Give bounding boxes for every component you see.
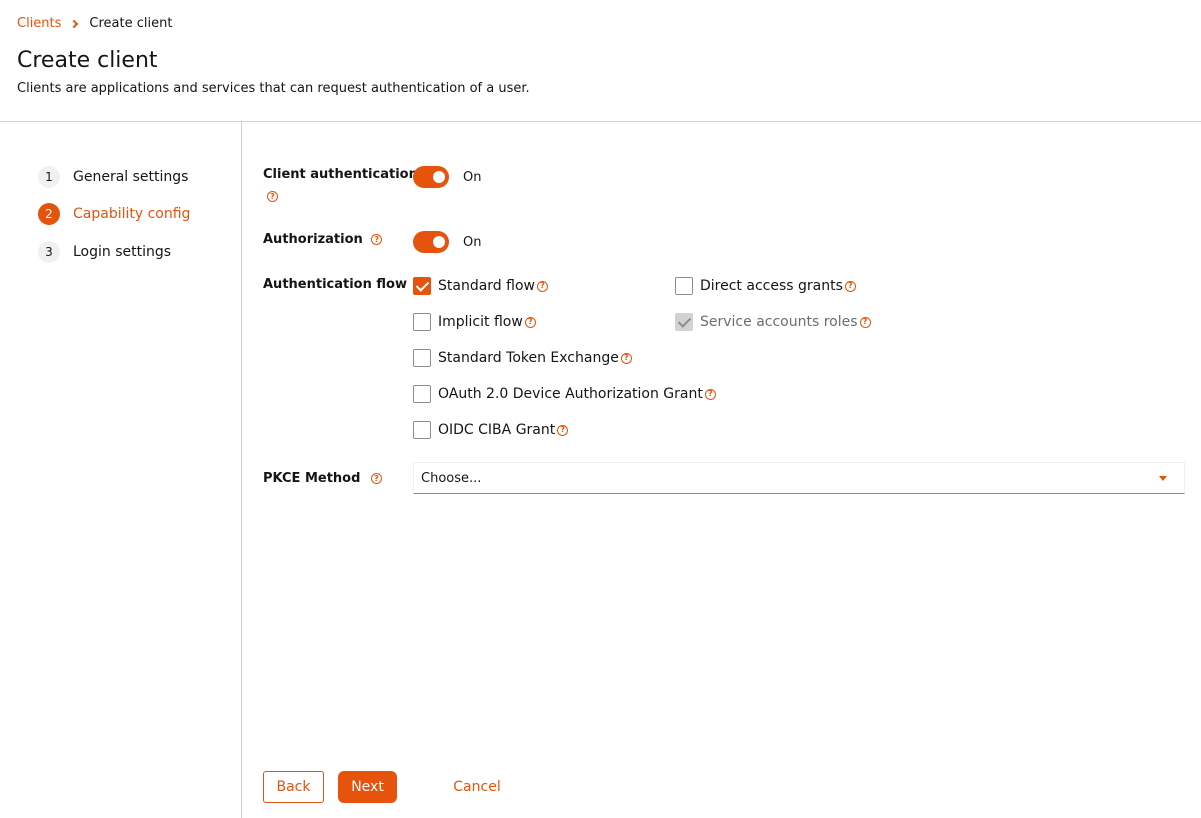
cancel-button[interactable]: Cancel <box>442 771 512 803</box>
checkbox-implicit-flow[interactable]: Implicit flow ? <box>413 313 536 331</box>
switch-knob <box>433 236 445 248</box>
step-label: Capability config <box>73 206 191 222</box>
checkbox-box[interactable] <box>413 313 431 331</box>
back-button[interactable]: Back <box>263 771 324 803</box>
page-description: Clients are applications and services th… <box>17 81 530 96</box>
step-number: 1 <box>38 166 60 188</box>
step-number: 3 <box>38 241 60 263</box>
help-circle-icon[interactable]: ? <box>844 280 856 292</box>
wizard-step-general-settings[interactable]: 1 General settings <box>38 166 188 188</box>
checkbox-label: OIDC CIBA Grant <box>438 422 556 438</box>
checkbox-standard-flow[interactable]: Standard flow ? <box>413 277 548 295</box>
wizard-nav: 1 General settings 2 Capability config 3… <box>0 122 242 818</box>
wizard-step-capability-config[interactable]: 2 Capability config <box>38 203 190 225</box>
client-authentication-label-text: Client authentication <box>263 167 418 182</box>
checkbox-box[interactable] <box>413 421 431 439</box>
page-header: Clients Create client Create client Clie… <box>0 0 1201 122</box>
caret-down-icon <box>1159 476 1167 481</box>
checkbox-label: Service accounts roles <box>700 314 858 330</box>
help-circle-icon[interactable]: ? <box>524 316 536 328</box>
checkbox-label: Standard flow <box>438 278 535 294</box>
page-title: Create client <box>17 48 158 73</box>
help-circle-icon[interactable]: ? <box>859 316 871 328</box>
checkbox-label: Direct access grants <box>700 278 843 294</box>
checkbox-box <box>675 313 693 331</box>
breadcrumb-link-clients[interactable]: Clients <box>17 16 61 31</box>
checkbox-label: OAuth 2.0 Device Authorization Grant <box>438 386 703 402</box>
authorization-label-text: Authorization <box>263 232 363 247</box>
help-circle-icon[interactable]: ? <box>557 424 569 436</box>
checkbox-label: Standard Token Exchange <box>438 350 619 366</box>
step-number: 2 <box>38 203 60 225</box>
step-label: Login settings <box>73 244 172 260</box>
pkce-method-label: PKCE Method ? <box>263 471 382 486</box>
next-button[interactable]: Next <box>338 771 397 803</box>
authorization-switch[interactable] <box>413 231 449 253</box>
checkbox-box[interactable] <box>675 277 693 295</box>
checkbox-box[interactable] <box>413 349 431 367</box>
help-circle-icon[interactable]: ? <box>536 280 548 292</box>
switch-knob <box>433 171 445 183</box>
checkbox-standard-token-exchange[interactable]: Standard Token Exchange ? <box>413 349 632 367</box>
help-circle-icon[interactable]: ? <box>267 191 278 202</box>
authorization-label: Authorization ? <box>263 232 383 247</box>
help-circle-icon[interactable]: ? <box>704 388 716 400</box>
step-label: General settings <box>73 169 189 185</box>
pkce-method-value: Choose... <box>421 471 482 486</box>
breadcrumb: Clients Create client <box>17 16 172 31</box>
help-circle-icon[interactable]: ? <box>370 473 382 484</box>
client-authentication-switch[interactable] <box>413 166 449 188</box>
checkbox-oauth-device-authorization-grant[interactable]: OAuth 2.0 Device Authorization Grant ? <box>413 385 716 403</box>
pkce-method-select[interactable]: Choose... <box>413 462 1185 494</box>
checkbox-box[interactable] <box>413 385 431 403</box>
help-circle-icon[interactable]: ? <box>620 352 632 364</box>
breadcrumb-current: Create client <box>89 16 173 31</box>
pkce-method-label-text: PKCE Method <box>263 471 361 486</box>
help-circle-icon[interactable]: ? <box>371 234 383 245</box>
checkbox-box[interactable] <box>413 277 431 295</box>
checkbox-oidc-ciba-grant[interactable]: OIDC CIBA Grant ? <box>413 421 569 439</box>
client-authentication-label: Client authentication <box>263 167 418 182</box>
authentication-flow-label: Authentication flow <box>263 277 407 292</box>
wizard-step-login-settings[interactable]: 3 Login settings <box>38 241 171 263</box>
authorization-state: On <box>463 235 482 250</box>
checkbox-service-accounts-roles: Service accounts roles ? <box>675 313 871 331</box>
chevron-right-icon <box>70 19 79 28</box>
checkbox-label: Implicit flow <box>438 314 523 330</box>
checkbox-direct-access-grants[interactable]: Direct access grants ? <box>675 277 856 295</box>
client-authentication-state: On <box>463 170 482 185</box>
